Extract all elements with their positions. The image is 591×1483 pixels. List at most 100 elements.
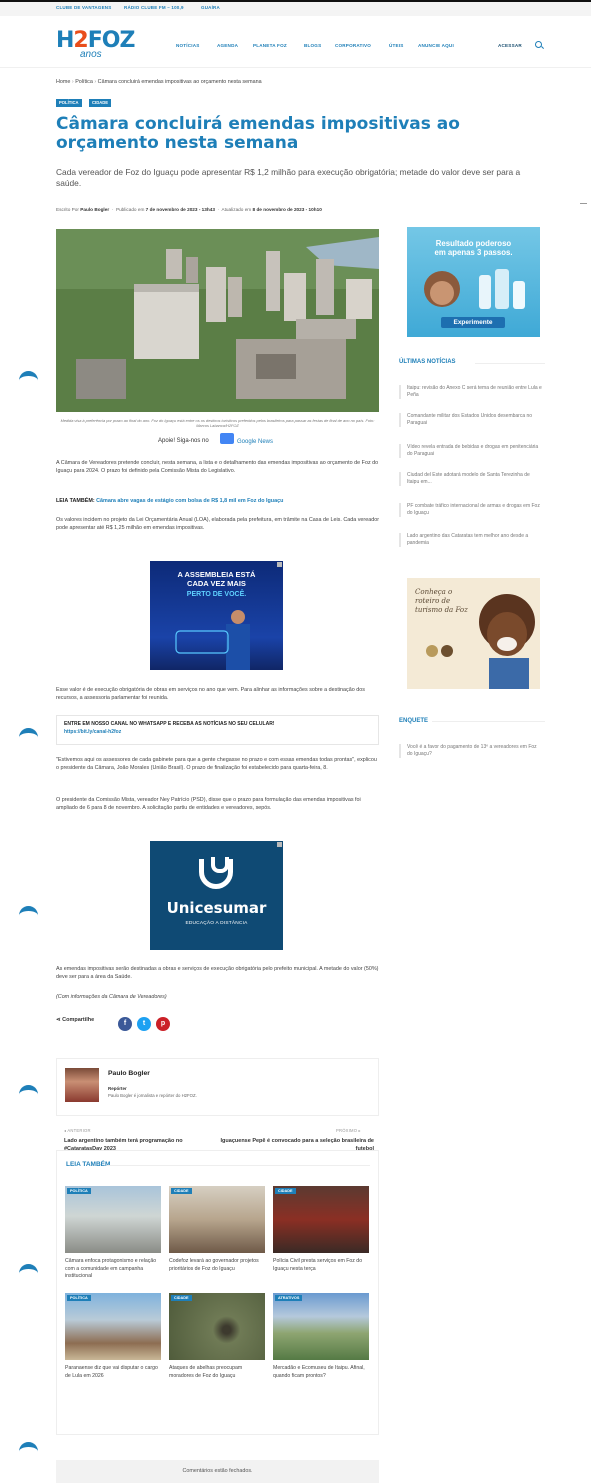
sidebar-divider bbox=[475, 363, 545, 364]
author-label: Escrito Por bbox=[56, 207, 79, 212]
article-lead: Cada vereador de Foz do Iguaçu pode apre… bbox=[56, 167, 521, 188]
related-posts: LEIA TAMBÉM POLÍTICA Câmara enfoca prota… bbox=[56, 1150, 379, 1435]
share-label: ⋖ Compartilhe bbox=[56, 1017, 94, 1023]
related-title[interactable]: Codefoz levará ao governador projetos pr… bbox=[169, 1258, 265, 1273]
ad-unicesumar[interactable]: Unicesumar EDUCAÇÃO A DISTÂNCIA bbox=[150, 841, 283, 950]
author-box: Paulo Bogler Repórter Paulo Bogler é jor… bbox=[56, 1058, 379, 1116]
article-paragraph-5: O presidente da Comissão Mista, vereador… bbox=[56, 797, 361, 811]
related-card[interactable]: POLÍTICA Paranaense diz que vai disputar… bbox=[65, 1293, 161, 1380]
latest-news-item[interactable]: Vídeo revela entrada de bebidas e drogas… bbox=[407, 444, 542, 458]
related-title[interactable]: Paranaense diz que vai disputar o cargo … bbox=[65, 1365, 161, 1380]
nav-blogs[interactable]: BLOGS bbox=[304, 43, 321, 48]
news-separator bbox=[399, 744, 401, 758]
ad-sidebar-turismo[interactable]: Conheça o roteiro de turismo da Foz bbox=[407, 578, 540, 689]
author-bio: Paulo Bogler é jornalista e repórter do … bbox=[108, 1093, 197, 1098]
news-separator bbox=[399, 413, 401, 427]
pinterest-icon[interactable]: p bbox=[156, 1017, 170, 1031]
leia-tambem-link[interactable]: Câmara abre vagas de estágio com bolsa d… bbox=[96, 498, 283, 504]
latest-news-item[interactable]: Lado argentino das Cataratas tem melhor … bbox=[407, 533, 542, 547]
whatsapp-link[interactable]: https://bit.ly/canal-h2foz bbox=[64, 729, 371, 735]
nav-anuncie[interactable]: ANUNCIE AQUI bbox=[418, 43, 454, 48]
related-tag[interactable]: CIDADE bbox=[275, 1188, 296, 1194]
google-news-icon[interactable] bbox=[220, 433, 234, 444]
ad-close-icon[interactable] bbox=[277, 562, 282, 567]
nav-corporativo[interactable]: CORPORATIVO bbox=[335, 43, 371, 48]
ad-assembleia[interactable]: A ASSEMBLEIA ESTÁ CADA VEZ MAIS PERTO DE… bbox=[150, 561, 283, 670]
related-title[interactable]: Ataques de abelhas preocupam moradores d… bbox=[169, 1365, 265, 1380]
floating-loader-icon bbox=[19, 1442, 38, 1455]
breadcrumb-sep: › bbox=[94, 79, 97, 85]
whatsapp-box: ENTRE EM NOSSO CANAL NO WHATSAPP E RECEB… bbox=[56, 715, 379, 745]
news-separator bbox=[399, 472, 401, 486]
latest-news-item[interactable]: PF combate tráfico internacional de arma… bbox=[407, 503, 542, 517]
author-name[interactable]: Paulo Bogler bbox=[108, 1070, 150, 1077]
latest-news-item[interactable]: Itaipu: revisão do Anexo C será tema de … bbox=[407, 385, 542, 399]
google-news-link[interactable]: Google News bbox=[237, 439, 273, 445]
news-separator bbox=[399, 444, 401, 458]
related-thumbnail[interactable]: POLÍTICA bbox=[65, 1186, 161, 1253]
related-tag[interactable]: CIDADE bbox=[171, 1188, 192, 1194]
related-title[interactable]: Mercadão e Ecomuseu de Itaipu. Afinal, q… bbox=[273, 1365, 369, 1380]
related-tag[interactable]: ATRATIVOS bbox=[275, 1295, 303, 1301]
floating-loader-icon bbox=[19, 728, 38, 741]
nav-uteis[interactable]: ÚTEIS bbox=[389, 43, 404, 48]
category-badge-politica[interactable]: POLÍTICA bbox=[56, 99, 82, 107]
search-icon[interactable] bbox=[535, 41, 542, 48]
related-thumbnail[interactable]: CIDADE bbox=[273, 1186, 369, 1253]
author-avatar[interactable] bbox=[65, 1068, 99, 1102]
leia-tambem-line: LEIA TAMBÉM: Câmara abre vagas de estági… bbox=[56, 497, 379, 505]
breadcrumb-section[interactable]: Política bbox=[75, 79, 93, 85]
related-card[interactable]: CIDADE Codefoz levará ao governador proj… bbox=[169, 1186, 265, 1273]
poll-question[interactable]: Você é a favor do pagamento de 13º a ver… bbox=[407, 744, 542, 758]
poll-heading: ENQUETE bbox=[399, 718, 429, 724]
experimente-button[interactable]: Experimente bbox=[441, 317, 505, 328]
related-card[interactable]: CIDADE Polícia Civil presta serviços em … bbox=[273, 1186, 369, 1273]
related-thumbnail[interactable]: ATRATIVOS bbox=[273, 1293, 369, 1360]
facebook-icon[interactable]: f bbox=[118, 1017, 132, 1031]
ad-close-icon[interactable] bbox=[277, 842, 282, 847]
category-badge-cidade[interactable]: CIDADE bbox=[89, 99, 112, 107]
floating-loader-icon bbox=[19, 371, 38, 384]
news-separator bbox=[399, 503, 401, 517]
related-heading: LEIA TAMBÉM bbox=[66, 1161, 111, 1168]
sidebar-divider bbox=[432, 721, 545, 722]
whatsapp-cta: ENTRE EM NOSSO CANAL NO WHATSAPP E RECEB… bbox=[64, 721, 275, 727]
latest-news-item[interactable]: Comandante militar dos Estados Unidos de… bbox=[407, 413, 542, 427]
related-tag[interactable]: POLÍTICA bbox=[67, 1295, 91, 1301]
published-date: 7 de novembro de 2023 - 13h43 bbox=[145, 207, 215, 212]
nav-agenda[interactable]: AGENDA bbox=[217, 43, 238, 48]
article-title: Câmara concluirá emendas impositivas ao … bbox=[56, 114, 460, 153]
related-tag[interactable]: POLÍTICA bbox=[67, 1188, 91, 1194]
news-separator bbox=[399, 533, 401, 547]
latest-news-item[interactable]: Ciudad del Este adotará modelo de Santa … bbox=[407, 472, 542, 486]
related-card[interactable]: ATRATIVOS Mercadão e Ecomuseu de Itaipu.… bbox=[273, 1293, 369, 1380]
related-tag[interactable]: CIDADE bbox=[171, 1295, 192, 1301]
related-card[interactable]: CIDADE Ataques de abelhas preocupam mora… bbox=[169, 1293, 265, 1380]
comments-closed: Comentários estão fechados. bbox=[56, 1460, 379, 1483]
logo-subtitle: anos bbox=[80, 49, 102, 60]
topbar-link-radio[interactable]: RÁDIO CLUBE FM – 100,9 bbox=[124, 5, 184, 10]
next-label: PRÓXIMO ▸ bbox=[336, 1128, 361, 1133]
unicesumar-logo-icon bbox=[199, 857, 233, 889]
author-link[interactable]: Paulo Bogler bbox=[80, 207, 109, 212]
related-card[interactable]: POLÍTICA Câmara enfoca protagonismo e re… bbox=[65, 1186, 161, 1281]
nav-planeta-foz[interactable]: PLANETA FOZ bbox=[253, 43, 287, 48]
topbar-link-guaira[interactable]: GUAÍRA bbox=[201, 5, 220, 10]
related-thumbnail[interactable]: CIDADE bbox=[169, 1186, 265, 1253]
related-thumbnail[interactable]: POLÍTICA bbox=[65, 1293, 161, 1360]
related-title[interactable]: Câmara enfoca protagonismo e relação com… bbox=[65, 1258, 161, 1281]
twitter-icon[interactable]: t bbox=[137, 1017, 151, 1031]
breadcrumb-home[interactable]: Home bbox=[56, 79, 70, 85]
share-text: Compartilhe bbox=[62, 1017, 95, 1023]
ad-sidebar-experimente[interactable]: Resultado poderoso em apenas 3 passos. E… bbox=[407, 227, 540, 337]
city-photo bbox=[56, 229, 379, 412]
unicesumar-name: Unicesumar bbox=[166, 899, 267, 917]
login-link[interactable]: ACESSAR bbox=[498, 43, 522, 48]
follow-text: Apoie! Siga-nos no bbox=[158, 438, 209, 444]
related-thumbnail[interactable]: CIDADE bbox=[169, 1293, 265, 1360]
related-divider bbox=[107, 1165, 370, 1166]
updated-date: 8 de novembro de 2023 - 10h10 bbox=[252, 207, 322, 212]
nav-noticias[interactable]: NOTÍCIAS bbox=[176, 43, 200, 48]
related-title[interactable]: Polícia Civil presta serviços em Foz do … bbox=[273, 1258, 369, 1273]
topbar-link-clube[interactable]: CLUBE DE VANTAGENS bbox=[56, 5, 111, 10]
